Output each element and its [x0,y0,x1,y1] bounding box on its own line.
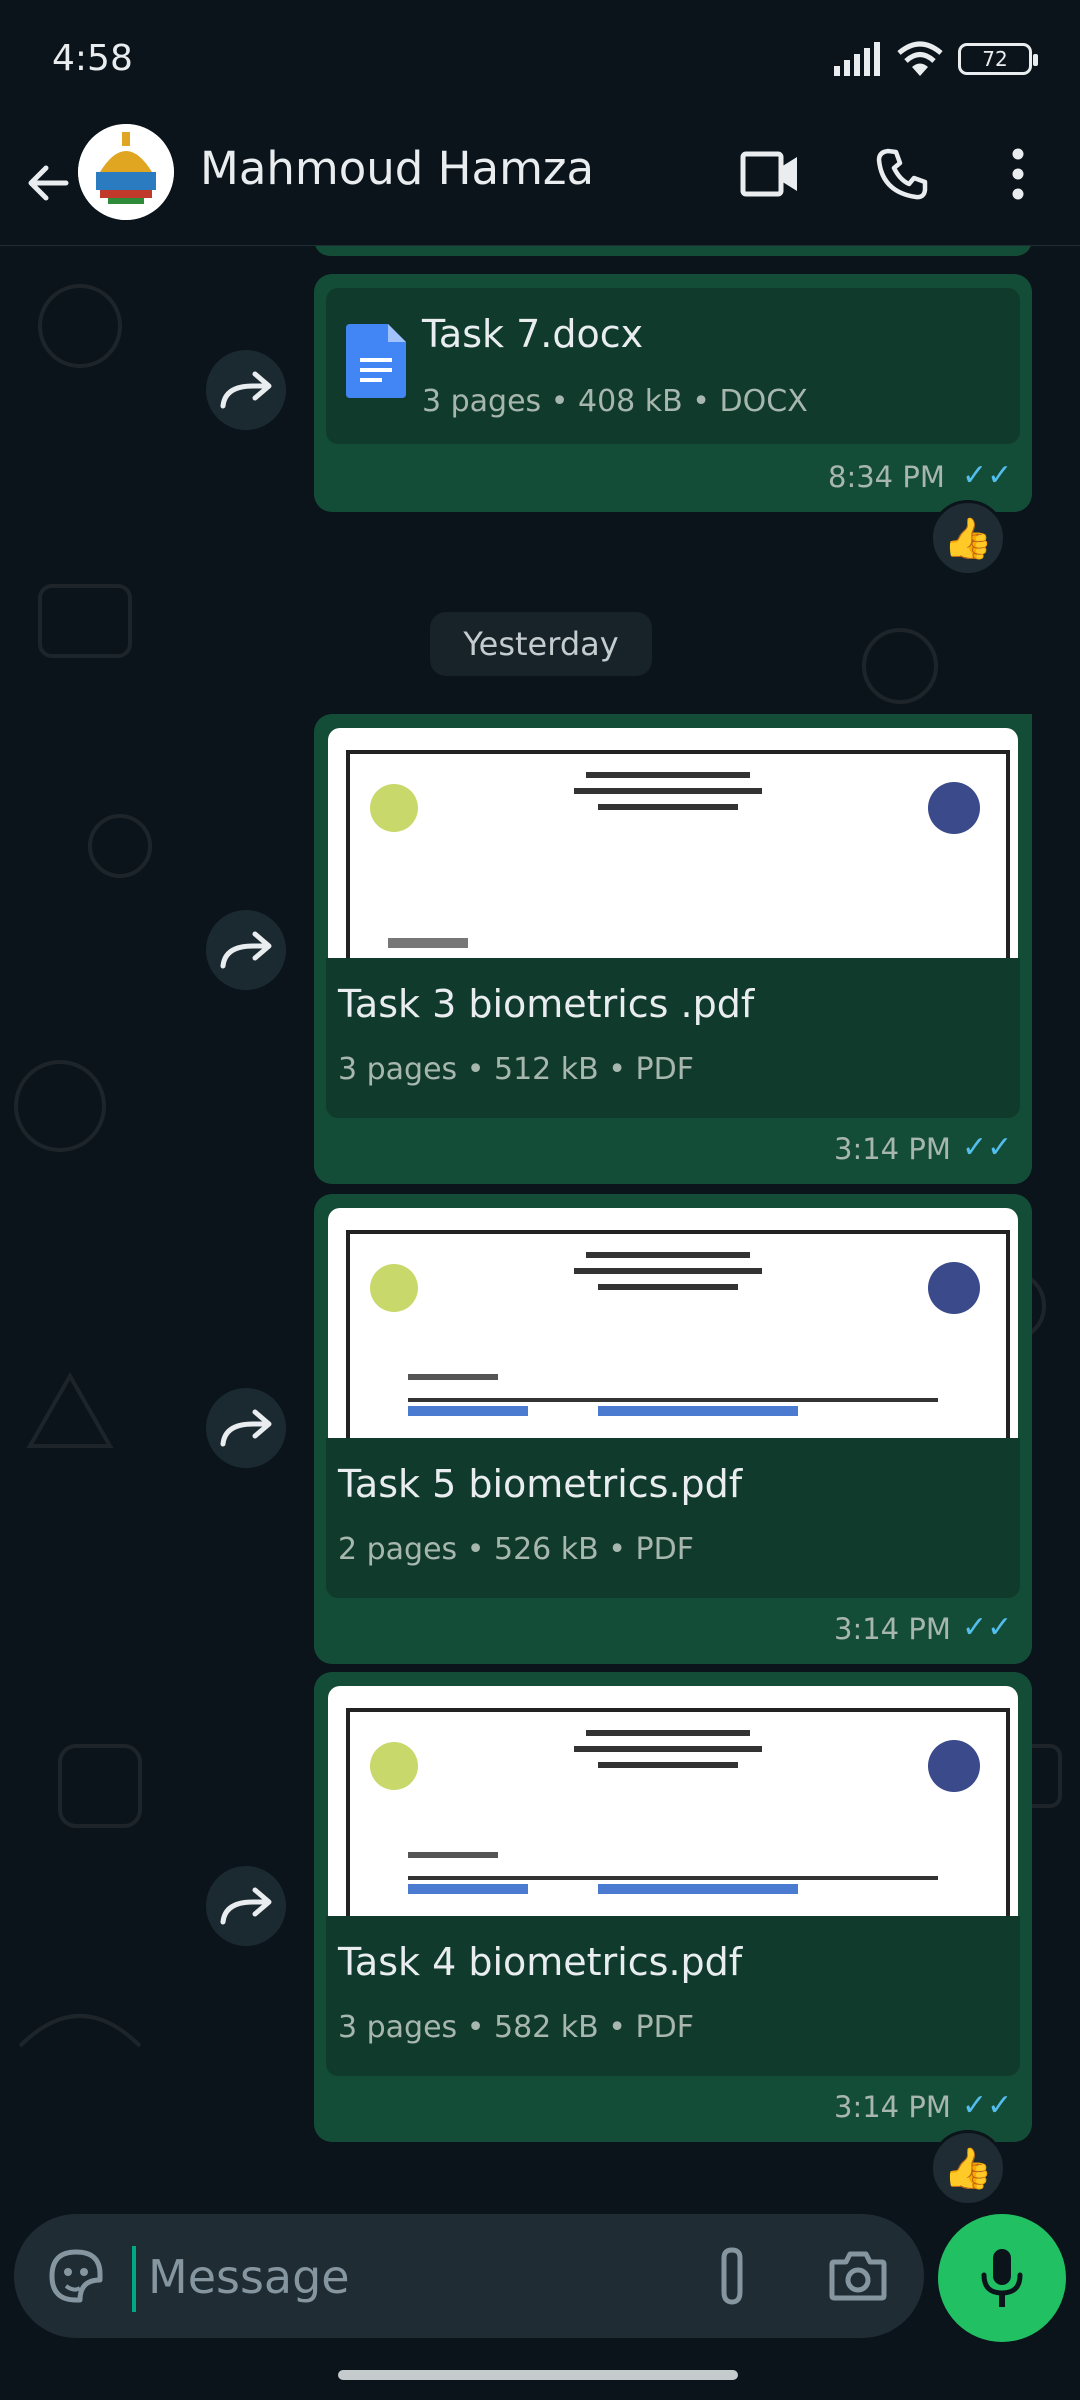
phone-icon [876,148,928,200]
forward-button[interactable] [206,910,286,990]
thumbs-up-icon: 👍 [943,2145,993,2192]
status-time: 4:58 [52,38,133,79]
pdf-page-preview [346,1230,1010,1438]
message-time: 3:14 PM [834,1612,951,1646]
message-bubble[interactable]: Task 3 biometrics .pdf 3 pages • 512 kB … [314,714,1032,1184]
document-meta: 3 pages • 582 kB • PDF [338,2010,694,2045]
pdf-preview-thumbnail[interactable] [328,1686,1018,1916]
forward-button[interactable] [206,350,286,430]
sticker-icon[interactable] [44,2244,108,2308]
docx-file-icon [346,324,406,398]
document-title: Task 5 biometrics.pdf [338,1462,743,1506]
document-title: Task 3 biometrics .pdf [338,982,755,1026]
forward-icon [220,931,272,969]
document-meta: 3 pages • 408 kB • DOCX [422,384,808,419]
document-title: Task 4 biometrics.pdf [338,1940,743,1984]
video-call-icon [740,151,797,197]
forward-button[interactable] [206,1388,286,1468]
wifi-icon [897,41,943,76]
attach-icon[interactable] [710,2244,756,2310]
voice-message-button[interactable] [938,2214,1066,2342]
document-card[interactable]: Task 5 biometrics.pdf 2 pages • 526 kB •… [326,1438,1020,1598]
forward-icon [220,371,272,409]
message-time: 3:14 PM [834,1132,951,1166]
message-bubble[interactable]: Task 7.docx 3 pages • 408 kB • DOCX 8:34… [314,274,1032,512]
back-arrow-icon [28,165,69,201]
chat-area[interactable]: Task 7.docx 3 pages • 408 kB • DOCX 8:34… [0,246,1080,2214]
reaction-badge[interactable]: 👍 [930,500,1006,576]
document-meta: 2 pages • 526 kB • PDF [338,1532,694,1567]
home-indicator[interactable] [338,2370,738,2380]
contact-name[interactable]: Mahmoud Hamza [200,142,594,195]
document-title: Task 7.docx [422,312,644,356]
read-ticks-icon: ✓✓ [962,458,1013,493]
chat-header: Mahmoud Hamza [0,120,1080,246]
more-options-button[interactable] [978,134,1058,214]
previous-message-bubble[interactable] [314,246,1032,256]
forward-icon [220,1887,272,1925]
reaction-badge[interactable]: 👍 [930,2130,1006,2206]
status-icons: 72 [832,40,1038,78]
signal-icon [834,42,880,76]
video-call-button[interactable] [730,134,810,214]
document-card[interactable]: Task 7.docx 3 pages • 408 kB • DOCX [326,288,1020,444]
camera-icon[interactable] [828,2248,888,2302]
avatar-logo-icon [78,124,174,220]
read-ticks-icon: ✓✓ [962,2088,1013,2123]
microphone-icon [981,2249,1023,2307]
read-ticks-icon: ✓✓ [962,1610,1013,1645]
date-divider-label: Yesterday [463,625,619,663]
document-meta: 3 pages • 512 kB • PDF [338,1052,694,1087]
voice-call-button[interactable] [862,134,942,214]
date-divider: Yesterday [430,612,652,676]
forward-button[interactable] [206,1866,286,1946]
pdf-preview-thumbnail[interactable] [328,1208,1018,1438]
pdf-page-preview [346,750,1010,958]
more-vert-icon [1012,148,1024,200]
back-button[interactable] [18,146,78,220]
message-bubble[interactable]: Task 4 biometrics.pdf 3 pages • 582 kB •… [314,1672,1032,2142]
message-bubble[interactable]: Task 5 biometrics.pdf 2 pages • 526 kB •… [314,1194,1032,1664]
pdf-page-preview [346,1708,1010,1916]
contact-avatar[interactable] [78,124,174,220]
battery-level: 72 [982,47,1008,71]
forward-icon [220,1409,272,1447]
battery-indicator: 72 [958,43,1038,75]
text-cursor [132,2246,136,2312]
pdf-preview-thumbnail[interactable] [328,728,1018,958]
read-ticks-icon: ✓✓ [962,1130,1013,1165]
message-composer[interactable]: Message [14,2214,924,2338]
document-card[interactable]: Task 3 biometrics .pdf 3 pages • 512 kB … [326,958,1020,1118]
status-bar: 4:58 72 [0,0,1080,120]
message-time: 3:14 PM [834,2090,951,2124]
thumbs-up-icon: 👍 [943,515,993,562]
document-card[interactable]: Task 4 biometrics.pdf 3 pages • 582 kB •… [326,1916,1020,2076]
message-input[interactable]: Message [148,2250,350,2304]
message-time: 8:34 PM [828,460,945,494]
